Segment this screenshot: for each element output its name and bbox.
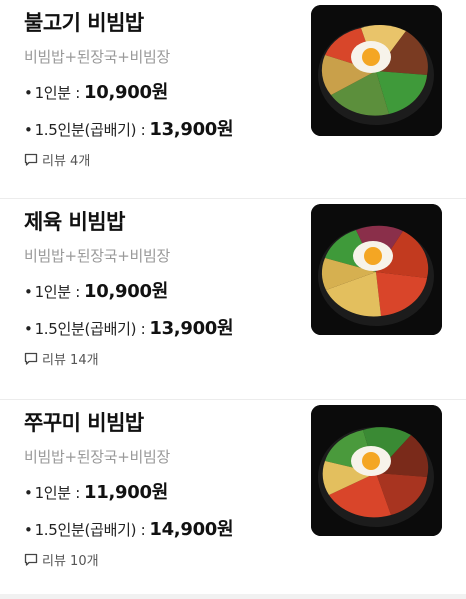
- menu-item-photo[interactable]: [311, 405, 442, 536]
- review-count: 리뷰 14개: [42, 353, 99, 368]
- price-option-large: • 1.5인분(곱배기) :14,900원: [24, 515, 234, 541]
- review-link[interactable]: 리뷰 10개: [24, 550, 99, 569]
- menu-item-photo[interactable]: [311, 5, 442, 136]
- speech-bubble-icon: [24, 352, 38, 366]
- menu-list: 불고기 비빔밥 비빔밥+된장국+비빔장 • 1인분 :10,900원 • 1.5인분…: [0, 0, 466, 599]
- bullet: •: [24, 521, 33, 539]
- menu-item-name: 불고기 비빔밥: [24, 11, 144, 35]
- option-label: 1.5인분(곱배기) :: [34, 521, 146, 539]
- option-price: 13,900원: [149, 318, 234, 339]
- review-link[interactable]: 리뷰 14개: [24, 349, 99, 368]
- price-option-large: • 1.5인분(곱배기) :13,900원: [24, 115, 234, 141]
- speech-bubble-icon: [24, 553, 38, 567]
- menu-item-jjukkumi-bibimbap[interactable]: 쭈꾸미 비빔밥 비빔밥+된장국+비빔장 • 1인분 :11,900원 • 1.5인분…: [0, 400, 466, 599]
- menu-item-bulgogi-bibimbap[interactable]: 불고기 비빔밥 비빔밥+된장국+비빔장 • 1인분 :10,900원 • 1.5인분…: [0, 0, 466, 199]
- price-option-single: • 1인분 :11,900원: [24, 478, 168, 504]
- bibimbap-photo-illustration: [311, 405, 442, 536]
- bullet: •: [24, 484, 33, 502]
- option-label: 1인분 :: [34, 484, 81, 502]
- option-price: 14,900원: [149, 519, 234, 540]
- price-option-single: • 1인분 :10,900원: [24, 277, 168, 303]
- speech-bubble-icon: [24, 153, 38, 167]
- menu-item-description: 비빔밥+된장국+비빔장: [24, 48, 171, 66]
- bullet: •: [24, 283, 33, 301]
- menu-item-description: 비빔밥+된장국+비빔장: [24, 247, 171, 265]
- bullet: •: [24, 121, 33, 139]
- menu-item-description: 비빔밥+된장국+비빔장: [24, 448, 171, 466]
- option-label: 1.5인분(곱배기) :: [34, 121, 146, 139]
- menu-item-name: 쭈꾸미 비빔밥: [24, 411, 144, 435]
- menu-item-jeyuk-bibimbap[interactable]: 제육 비빔밥 비빔밥+된장국+비빔장 • 1인분 :10,900원 • 1.5인분(…: [0, 199, 466, 400]
- price-option-large: • 1.5인분(곱배기) :13,900원: [24, 314, 234, 340]
- review-count: 리뷰 4개: [42, 154, 91, 169]
- bibimbap-photo-illustration: [311, 204, 442, 335]
- bullet: •: [24, 84, 33, 102]
- review-link[interactable]: 리뷰 4개: [24, 150, 90, 169]
- bibimbap-photo-illustration: [311, 5, 442, 136]
- option-label: 1.5인분(곱배기) :: [34, 320, 146, 338]
- option-price: 13,900원: [149, 119, 234, 140]
- review-count: 리뷰 10개: [42, 554, 99, 569]
- menu-item-name: 제육 비빔밥: [24, 210, 125, 234]
- option-price: 10,900원: [84, 82, 168, 103]
- option-label: 1인분 :: [34, 84, 81, 102]
- bullet: •: [24, 320, 33, 338]
- price-option-single: • 1인분 :10,900원: [24, 78, 168, 104]
- option-price: 11,900원: [84, 482, 168, 503]
- option-label: 1인분 :: [34, 283, 81, 301]
- menu-item-photo[interactable]: [311, 204, 442, 335]
- option-price: 10,900원: [84, 281, 168, 302]
